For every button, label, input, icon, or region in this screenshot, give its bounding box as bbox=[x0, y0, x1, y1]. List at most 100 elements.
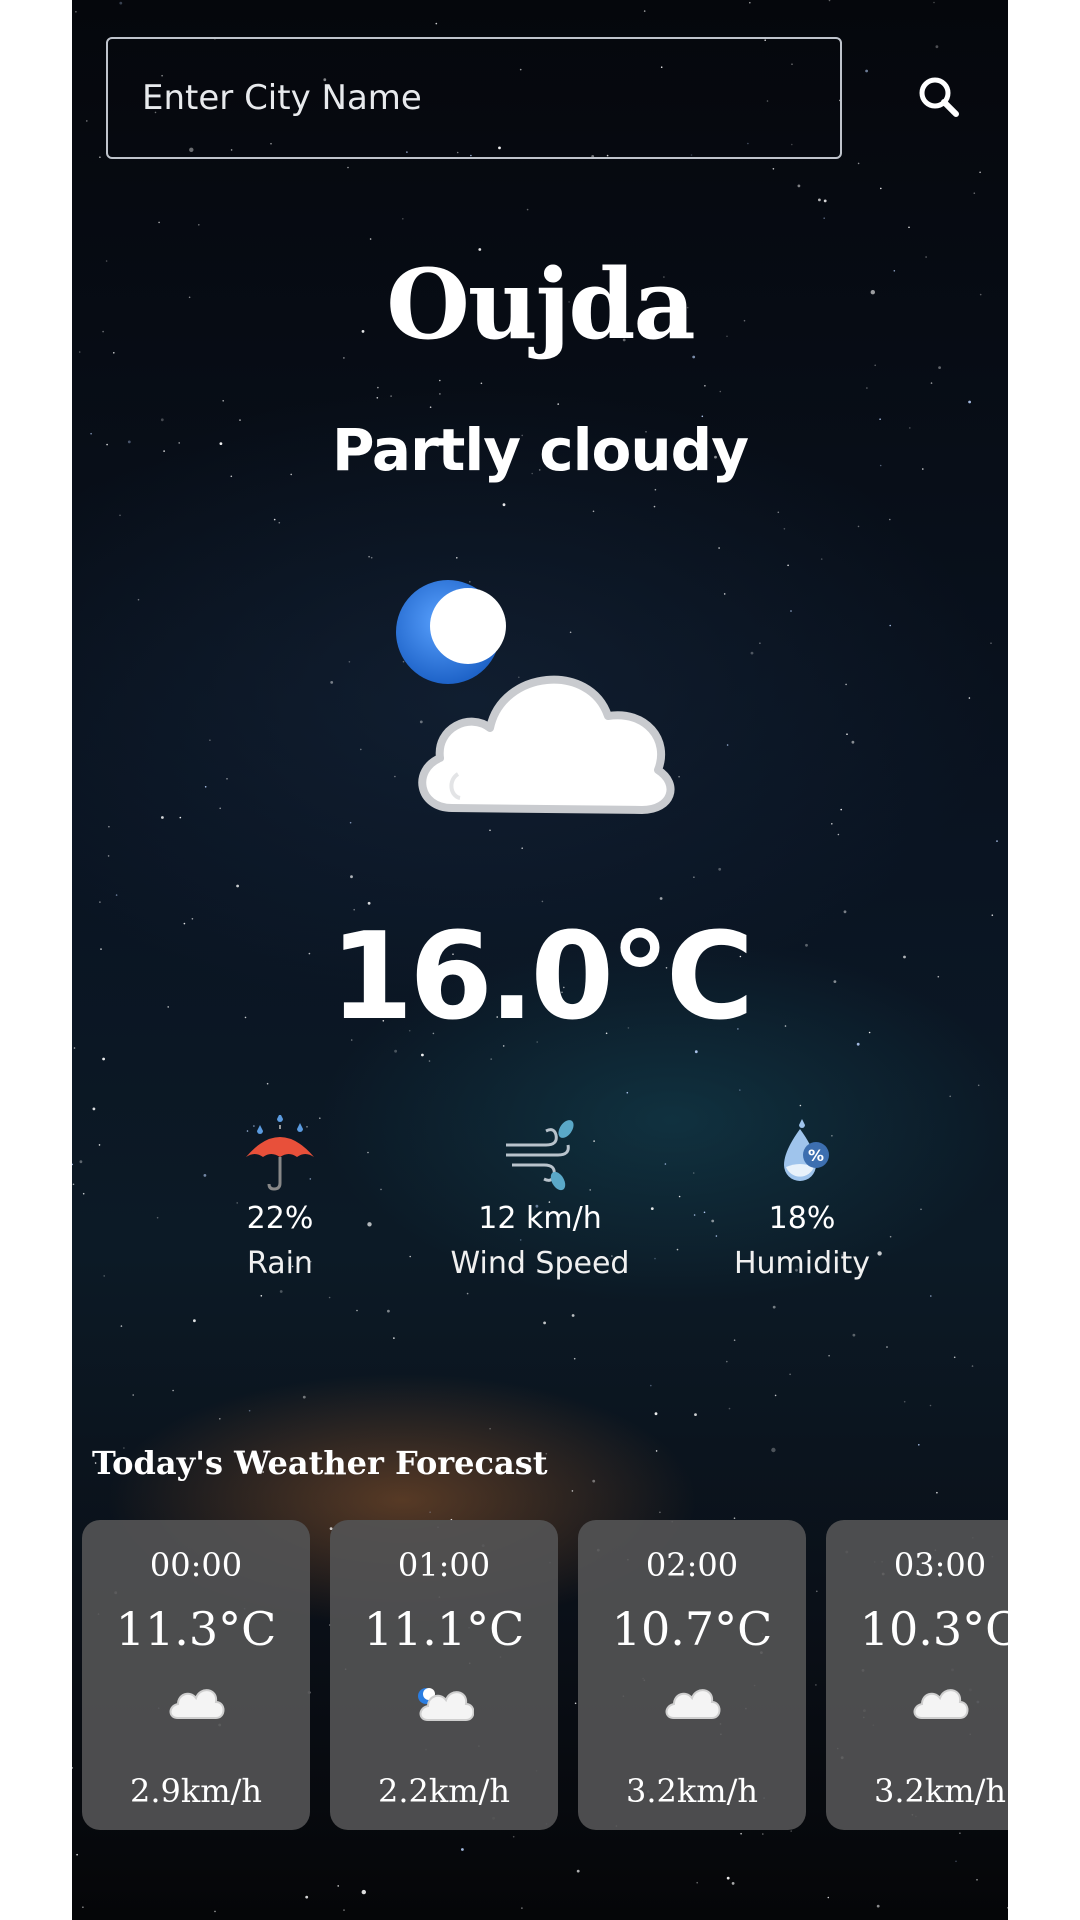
weather-condition: Partly cloudy bbox=[331, 416, 749, 484]
star bbox=[119, 1, 123, 5]
star bbox=[955, 1860, 957, 1863]
star bbox=[935, 45, 939, 49]
star bbox=[880, 187, 882, 190]
star bbox=[659, 1511, 661, 1514]
star bbox=[626, 1091, 629, 1094]
search-icon bbox=[919, 77, 959, 117]
star bbox=[219, 807, 221, 810]
star bbox=[356, 1309, 358, 1312]
star bbox=[653, 505, 656, 508]
weather-app: Oujda Partly cloudy 16.0°C 22% Rain bbox=[72, 0, 1008, 1920]
star bbox=[120, 1325, 123, 1327]
star bbox=[541, 900, 544, 903]
star bbox=[219, 1418, 221, 1420]
forecast-wind: 3.2km/h bbox=[625, 1772, 758, 1810]
star bbox=[107, 855, 110, 857]
star bbox=[387, 1309, 390, 1313]
forecast-card-0000[interactable]: 00:00 11.3°C 2.9km/h bbox=[82, 1520, 310, 1830]
humidity-label: Humidity bbox=[733, 1246, 871, 1281]
star bbox=[846, 733, 848, 735]
star bbox=[886, 1346, 888, 1348]
star bbox=[248, 1409, 251, 1412]
star bbox=[278, 521, 281, 524]
forecast-card-0100[interactable]: 01:00 11.1°C 2.2km/h bbox=[330, 1520, 558, 1830]
star bbox=[429, 1511, 431, 1513]
star bbox=[790, 610, 792, 612]
star bbox=[337, 1885, 340, 1887]
hourly-forecast-list[interactable]: 00:00 11.3°C 2.9km/h 01:00 11.1°C 2.2km/… bbox=[82, 1520, 1008, 1830]
star bbox=[953, 1356, 956, 1359]
star bbox=[305, 1895, 309, 1899]
star bbox=[828, 1354, 830, 1357]
star bbox=[874, 364, 876, 367]
star bbox=[347, 166, 349, 169]
forecast-card-0300[interactable]: 03:00 10.3°C 3.2km/h bbox=[826, 1520, 1008, 1830]
star bbox=[98, 1144, 101, 1146]
star bbox=[726, 1360, 728, 1363]
star bbox=[750, 651, 754, 655]
star bbox=[1007, 1907, 1008, 1909]
star bbox=[777, 511, 780, 514]
star bbox=[409, 1255, 412, 1258]
star bbox=[976, 1879, 978, 1881]
star bbox=[930, 382, 933, 384]
star bbox=[718, 547, 720, 549]
star bbox=[749, 1, 751, 4]
star bbox=[343, 1909, 345, 1911]
forecast-time: 00:00 bbox=[149, 1546, 243, 1584]
star bbox=[930, 1295, 932, 1297]
forecast-card-0200[interactable]: 02:00 10.7°C 3.2km/h bbox=[578, 1520, 806, 1830]
star bbox=[226, 778, 228, 780]
star bbox=[214, 1910, 216, 1913]
star bbox=[739, 1089, 741, 1091]
star bbox=[866, 387, 868, 389]
star bbox=[361, 1889, 366, 1895]
star bbox=[592, 1479, 596, 1483]
star bbox=[938, 366, 941, 369]
star bbox=[643, 10, 646, 12]
star bbox=[466, 1292, 469, 1295]
star bbox=[857, 162, 860, 165]
star bbox=[377, 386, 379, 389]
star bbox=[349, 821, 352, 824]
star bbox=[728, 1407, 731, 1410]
city-name: Oujda bbox=[386, 248, 695, 361]
star bbox=[158, 221, 160, 224]
star bbox=[350, 875, 353, 879]
star bbox=[273, 518, 276, 521]
star bbox=[236, 884, 240, 888]
star bbox=[828, 0, 831, 2]
star bbox=[368, 555, 370, 558]
star bbox=[75, 11, 77, 13]
star bbox=[723, 593, 726, 595]
star bbox=[571, 1490, 574, 1492]
search-button[interactable] bbox=[910, 68, 970, 128]
star bbox=[797, 184, 801, 188]
city-search-input[interactable] bbox=[106, 37, 842, 159]
star bbox=[132, 1394, 134, 1396]
star bbox=[996, 840, 998, 842]
star bbox=[823, 217, 825, 219]
forecast-temp: 11.1°C bbox=[363, 1602, 525, 1656]
forecast-wind: 2.2km/h bbox=[377, 1772, 510, 1810]
star bbox=[790, 1830, 792, 1832]
wind-speed-label: Wind Speed bbox=[450, 1246, 630, 1281]
star bbox=[694, 1050, 698, 1054]
rain-value: 22% bbox=[246, 1201, 314, 1236]
star bbox=[266, 1082, 269, 1085]
star bbox=[789, 1373, 791, 1376]
star bbox=[787, 564, 789, 567]
humidity-drop-icon: % bbox=[784, 1119, 829, 1181]
star bbox=[799, 1104, 802, 1107]
star bbox=[655, 1450, 658, 1452]
star bbox=[823, 199, 827, 203]
star bbox=[889, 518, 891, 521]
svg-text:%: % bbox=[808, 1146, 824, 1165]
star bbox=[72, 1163, 74, 1166]
star bbox=[439, 379, 441, 382]
star bbox=[827, 1896, 830, 1899]
star bbox=[718, 867, 722, 871]
forecast-wind: 3.2km/h bbox=[873, 1772, 1006, 1810]
star bbox=[360, 748, 362, 751]
star bbox=[526, 208, 529, 211]
